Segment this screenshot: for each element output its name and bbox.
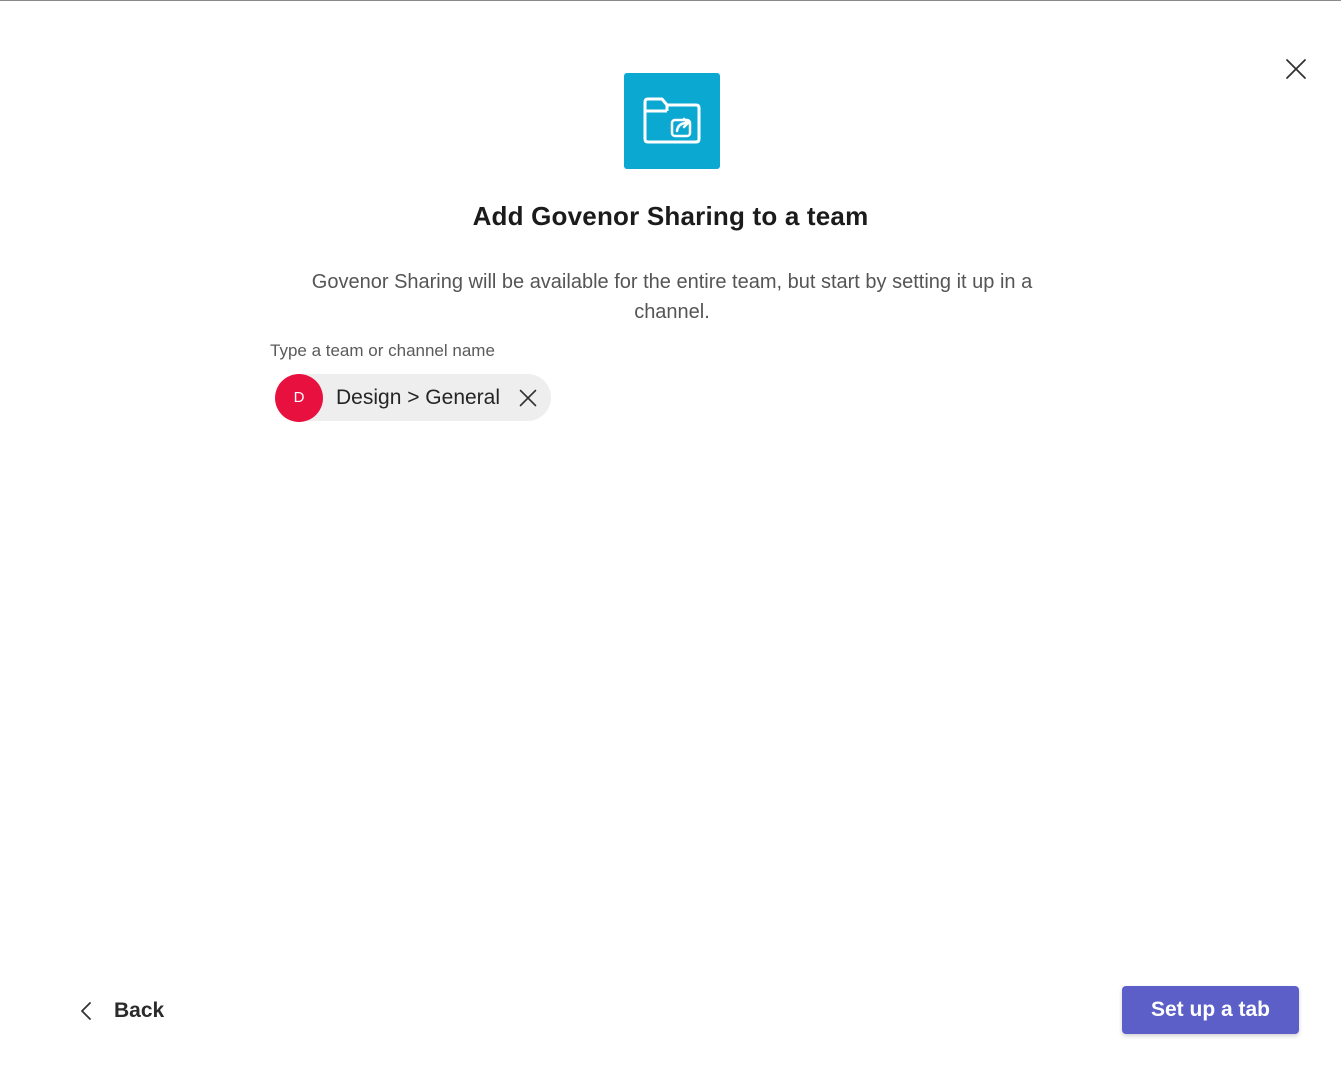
back-label: Back: [114, 999, 165, 1022]
dialog-description: Govenor Sharing will be available for th…: [311, 271, 1033, 323]
back-button[interactable]: Back: [74, 993, 164, 1029]
add-to-team-dialog: Add Govenor Sharing to a team Govenor Sh…: [0, 0, 1341, 1078]
selected-channel-chip[interactable]: D Design > General: [275, 373, 551, 422]
folder-share-icon: [643, 97, 701, 144]
dialog-title: Add Govenor Sharing to a team: [472, 201, 869, 231]
remove-channel-button[interactable]: [516, 386, 540, 410]
app-icon: [624, 73, 720, 169]
set-up-tab-button[interactable]: Set up a tab: [1122, 986, 1299, 1034]
close-button[interactable]: [1280, 53, 1312, 85]
channel-field-label: Type a team or channel name: [270, 341, 495, 360]
team-avatar: D: [275, 373, 323, 422]
selected-channel-label: Design > General: [336, 385, 501, 409]
close-icon: [1286, 59, 1306, 79]
close-icon: [519, 389, 537, 406]
chevron-left-icon: [74, 999, 98, 1023]
